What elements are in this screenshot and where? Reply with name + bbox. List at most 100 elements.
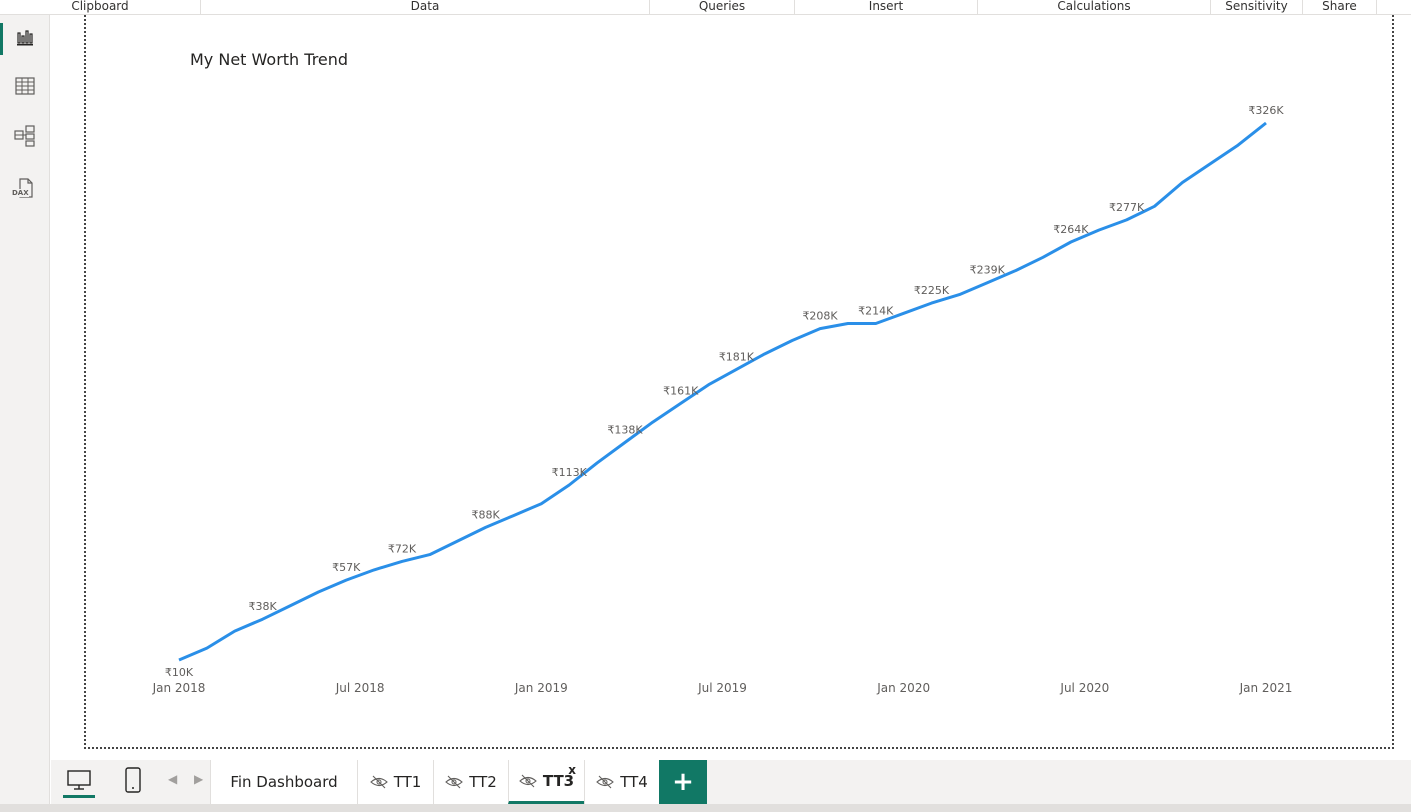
ribbon-group-clipboard: Clipboard	[0, 0, 201, 14]
data-point[interactable]	[706, 382, 712, 388]
ribbon-group-queries: Queries	[650, 0, 795, 14]
report-canvas[interactable]: My Net Worth Trend Jan 2018 Jul 2018 Jan 2…	[51, 15, 1411, 760]
hidden-page-icon	[445, 775, 464, 789]
data-label: ₹181K	[719, 350, 755, 363]
page-tab-tt2[interactable]: TT2	[433, 760, 508, 804]
data-point[interactable]	[510, 513, 516, 519]
data-label: ₹161K	[663, 384, 699, 397]
report-view-icon	[15, 27, 35, 51]
data-label: ₹225K	[914, 284, 950, 297]
page-tab-tt1[interactable]: TT1	[357, 760, 433, 804]
table-view-button[interactable]	[0, 66, 50, 110]
data-point[interactable]	[538, 501, 544, 507]
data-point[interactable]	[622, 439, 628, 445]
data-point[interactable]	[315, 589, 321, 595]
data-label: ₹138K	[607, 423, 643, 436]
data-point[interactable]	[929, 300, 935, 306]
ribbon-group-calculations: Calculations	[978, 0, 1211, 14]
dax-label: DAX	[12, 189, 29, 197]
data-point[interactable]	[287, 603, 293, 609]
data-point[interactable]	[594, 460, 600, 466]
data-label: ₹208K	[802, 310, 838, 323]
desktop-icon	[66, 769, 92, 795]
data-point[interactable]	[566, 482, 572, 488]
data-point[interactable]	[1012, 268, 1018, 274]
dax-query-view-button[interactable]: DAX	[0, 166, 50, 210]
model-view-icon	[14, 125, 36, 151]
page-tab-label: Fin Dashboard	[230, 773, 338, 791]
mobile-icon	[124, 767, 142, 797]
data-point[interactable]	[845, 321, 851, 327]
x-tick-label: Jul 2020	[1059, 681, 1109, 695]
data-point[interactable]	[1152, 203, 1158, 209]
data-label: ₹277K	[1109, 201, 1145, 214]
data-point[interactable]	[232, 628, 238, 634]
x-tick-label: Jan 2018	[152, 681, 206, 695]
page-tab-tt3[interactable]: TT3 x	[508, 760, 584, 804]
data-label: ₹88K	[471, 508, 500, 521]
data-point[interactable]	[817, 326, 823, 332]
data-label: ₹264K	[1053, 223, 1089, 236]
data-label: ₹57K	[332, 561, 361, 574]
data-point[interactable]	[1235, 142, 1241, 148]
data-point[interactable]	[1096, 227, 1102, 233]
table-view-icon	[15, 77, 35, 99]
data-point[interactable]	[1207, 161, 1213, 167]
page-tab-bar: ◀ ▶ Fin Dashboard TT1 TT2 TT3 x TT4 +	[51, 760, 1411, 804]
data-point[interactable]	[1040, 254, 1046, 260]
data-label: ₹326K	[1248, 104, 1284, 117]
chevron-right-icon[interactable]: ▶	[194, 772, 203, 786]
mobile-layout-button[interactable]	[115, 760, 151, 804]
ribbon-group-labels: Clipboard Data Queries Insert Calculatio…	[0, 0, 1411, 15]
data-point[interactable]	[678, 400, 684, 406]
data-point[interactable]	[455, 538, 461, 544]
data-point[interactable]	[956, 292, 962, 298]
ribbon-group-data: Data	[201, 0, 650, 14]
data-point[interactable]	[399, 558, 405, 564]
x-tick-label: Jul 2019	[697, 681, 747, 695]
page-tab-fin-dashboard[interactable]: Fin Dashboard	[210, 760, 357, 804]
series-line[interactable]	[178, 121, 1267, 662]
data-point[interactable]	[260, 616, 266, 622]
add-page-button[interactable]: +	[659, 760, 707, 804]
hidden-page-icon	[369, 775, 388, 789]
dax-query-view-icon: DAX	[12, 177, 36, 199]
data-label: ₹72K	[388, 542, 417, 555]
hidden-page-icon	[519, 774, 537, 788]
status-strip	[0, 804, 1411, 812]
data-point[interactable]	[204, 645, 210, 651]
ribbon-group-sensitivity: Sensitivity	[1211, 0, 1303, 14]
data-point[interactable]	[483, 524, 489, 530]
data-label: ₹239K	[970, 264, 1006, 277]
report-view-button[interactable]	[0, 17, 50, 61]
data-point[interactable]	[1124, 217, 1130, 223]
data-point[interactable]	[371, 567, 377, 573]
data-point[interactable]	[1179, 179, 1185, 185]
data-point[interactable]	[984, 280, 990, 286]
data-point[interactable]	[873, 321, 879, 327]
close-tab-button[interactable]: x	[568, 763, 576, 777]
line-chart-svg: Jan 2018 Jul 2018 Jan 2019 Jul 2019 Jan 2020…	[152, 104, 1293, 695]
view-rail: DAX	[0, 15, 50, 812]
model-view-button[interactable]	[0, 116, 50, 160]
data-label: ₹214K	[858, 305, 894, 318]
data-point[interactable]	[761, 351, 767, 357]
data-point[interactable]	[901, 310, 907, 316]
desktop-layout-button[interactable]	[59, 760, 99, 804]
ribbon-group-insert: Insert	[795, 0, 978, 14]
data-point[interactable]	[343, 577, 349, 583]
hidden-page-icon	[596, 775, 615, 789]
data-point[interactable]	[733, 366, 739, 372]
chevron-left-icon[interactable]: ◀	[168, 772, 177, 786]
data-point[interactable]	[1068, 239, 1074, 245]
data-label: ₹38K	[249, 600, 278, 613]
data-point[interactable]	[789, 338, 795, 344]
data-point[interactable]	[1263, 120, 1269, 126]
page-tab-tt4[interactable]: TT4	[584, 760, 659, 804]
data-point[interactable]	[427, 552, 433, 558]
x-tick-label: Jan 2019	[514, 681, 568, 695]
ribbon-group-share: Share	[1303, 0, 1377, 14]
data-point[interactable]	[650, 419, 656, 425]
data-label: ₹10K	[165, 666, 194, 679]
data-point[interactable]	[176, 657, 182, 663]
